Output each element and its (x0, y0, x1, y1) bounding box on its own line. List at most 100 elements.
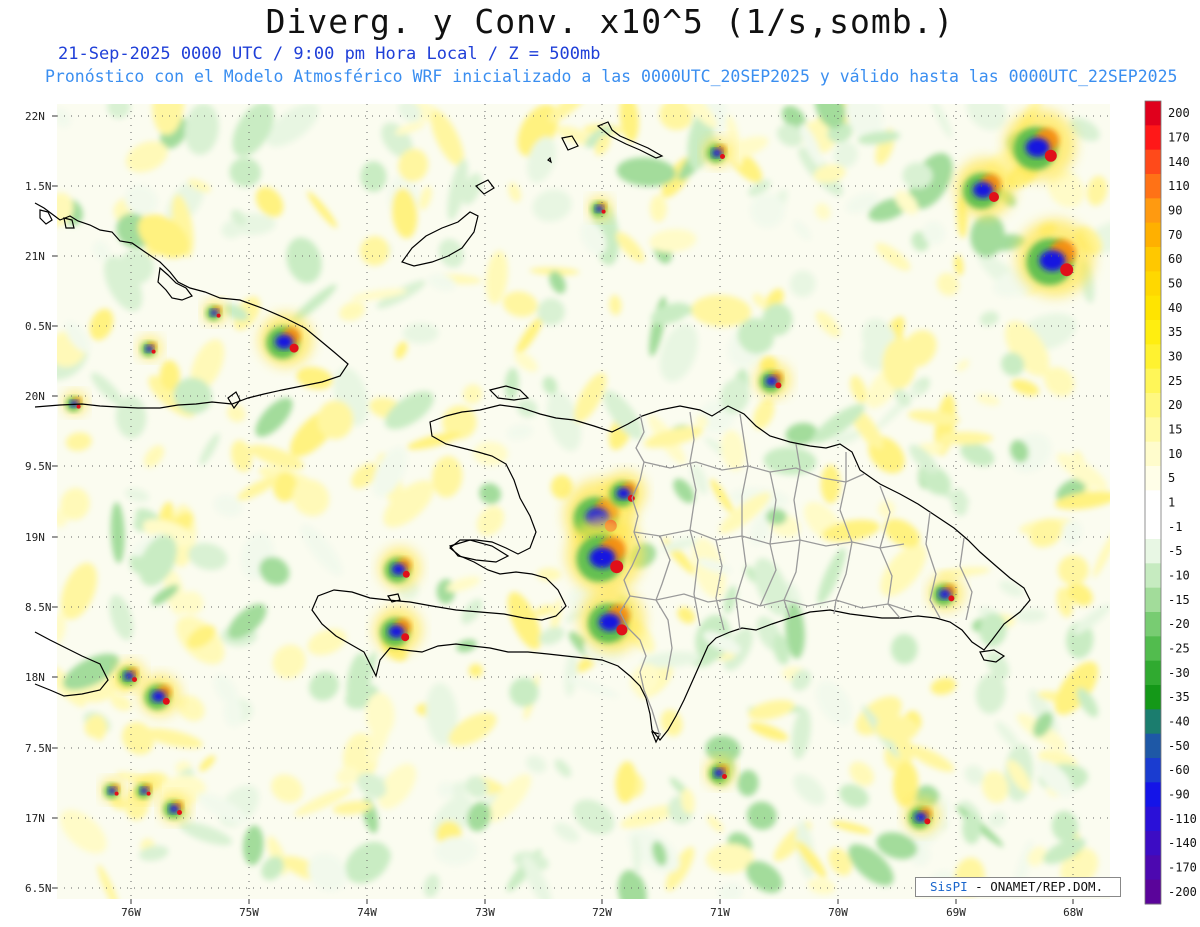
lon-tick-label: 72W (592, 906, 612, 919)
convection-cell (139, 674, 181, 716)
colorbar-swatch (1145, 806, 1161, 832)
colorbar-swatch (1145, 344, 1161, 370)
colorbar-swatch (1145, 539, 1161, 564)
lon-tick-label: 75W (239, 906, 259, 919)
convection-cell (138, 336, 162, 360)
colorbar-swatch (1145, 758, 1161, 783)
colorbar-label: 50 (1168, 277, 1182, 291)
convection-cell (160, 793, 190, 823)
longitude-labels: 76W 75W 74W 73W 72W 71W 70W 69W 68W (121, 899, 1083, 919)
lat-tick-label: 9.5N (25, 460, 52, 473)
colorbar-swatch (1145, 101, 1161, 126)
sispi-logo: SisPI (930, 879, 968, 894)
lat-tick-label: 7.5N (25, 742, 52, 755)
colorbar-label: -40 (1168, 715, 1190, 729)
lon-tick-label: 71W (710, 906, 730, 919)
colorbar-label: -1 (1168, 520, 1182, 534)
lon-tick-label: 69W (946, 906, 966, 919)
colorbar-swatch (1145, 514, 1161, 540)
lat-tick-label: 17N (25, 812, 45, 825)
lat-tick-label: 1.5N (25, 180, 52, 193)
convection-cell (904, 798, 940, 834)
colorbar-swatch (1145, 685, 1161, 710)
convection-cell (755, 362, 791, 398)
colorbar-label: -90 (1168, 788, 1190, 802)
colorbar-swatch (1145, 417, 1161, 443)
colorbar-label: -170 (1168, 861, 1197, 875)
lon-tick-label: 68W (1063, 906, 1083, 919)
colorbar-label: 10 (1168, 447, 1182, 461)
convection-cell (1004, 109, 1076, 181)
colorbar-label: 30 (1168, 350, 1182, 364)
colorbar-label: 170 (1168, 131, 1190, 145)
colorbar-swatch (1145, 636, 1161, 662)
colorbar-label: 20 (1168, 398, 1182, 412)
colorbar-label: -60 (1168, 763, 1190, 777)
convection-cell (259, 313, 313, 367)
convection-cell (203, 300, 227, 324)
colorbar-label: 40 (1168, 301, 1182, 315)
colorbar-swatch (1145, 587, 1161, 613)
lat-tick-label: 18N (25, 671, 45, 684)
lat-tick-label: 6.5N (25, 882, 52, 895)
lat-tick-label: 21N (25, 250, 45, 263)
convection-cell (566, 516, 644, 594)
convection-cell (374, 606, 422, 654)
credit-text: - ONAMET/REP.DOM. (975, 879, 1104, 894)
convection-cell (115, 660, 145, 690)
colorbar-swatch (1145, 782, 1161, 808)
colorbar-swatch (1145, 441, 1161, 467)
convection-cell (101, 778, 125, 802)
colorbar-swatch (1145, 612, 1161, 637)
convection-cell (588, 196, 612, 220)
latitude-labels: 22N 1.5N 21N 0.5N 20N 9.5N 19N 8.5N 18N 7.5N 17N 6.… (25, 110, 57, 895)
field-patch (820, 464, 841, 504)
colorbar-label: -140 (1168, 836, 1197, 850)
colorbar-label: 90 (1168, 204, 1182, 218)
colorbar-label: -35 (1168, 690, 1190, 704)
field-layer (57, 104, 1110, 899)
colorbar-swatch (1145, 247, 1161, 272)
colorbar-swatch (1145, 733, 1161, 759)
lat-tick-label: 22N (25, 110, 45, 123)
colorbar-label: -110 (1168, 812, 1197, 826)
colorbar-swatch (1145, 174, 1161, 199)
convection-cell (955, 158, 1015, 218)
convection-cell (604, 471, 646, 513)
colorbar-swatch (1145, 709, 1161, 735)
lon-tick-label: 76W (121, 906, 141, 919)
colorbar-swatch (1145, 149, 1161, 175)
colorbar-label: -5 (1168, 544, 1182, 558)
convection-cell (703, 137, 733, 167)
colorbar-swatch (1145, 320, 1161, 345)
lat-tick-label: 8.5N (25, 601, 52, 614)
lat-tick-label: 20N (25, 390, 45, 403)
lon-tick-label: 74W (357, 906, 377, 919)
colorbar-swatch (1145, 831, 1161, 856)
colorbar-label: -10 (1168, 569, 1190, 583)
colorbar-swatch (1145, 198, 1161, 224)
convection-cell (133, 778, 157, 802)
convection-cell (63, 391, 87, 415)
colorbar-swatch (1145, 660, 1161, 686)
convection-cell (1016, 219, 1094, 297)
field-patch (962, 813, 981, 845)
colorbar-label: -50 (1168, 739, 1190, 753)
colorbar-label: -30 (1168, 666, 1190, 680)
colorbar-swatch (1145, 222, 1161, 248)
lat-tick-label: 0.5N (25, 320, 52, 333)
colorbar-label: -20 (1168, 617, 1190, 631)
colorbar-swatch (1145, 466, 1161, 491)
colorbar-swatch (1145, 490, 1161, 516)
colorbar-label: 15 (1168, 423, 1182, 437)
colorbar-swatch (1145, 563, 1161, 589)
colorbar-swatch (1145, 271, 1161, 297)
colorbar-label: 25 (1168, 374, 1182, 388)
colorbar: 200 170 140 110 90 70 60 50 40 35 30 25 20 15 10 5 1 -1 -5… (1144, 100, 1197, 905)
colorbar-swatch (1145, 855, 1161, 881)
colorbar-label: 200 (1168, 106, 1190, 120)
lon-tick-label: 73W (475, 906, 495, 919)
colorbar-label: -25 (1168, 642, 1190, 656)
colorbar-label: 5 (1168, 471, 1175, 485)
convection-cell (705, 757, 735, 787)
